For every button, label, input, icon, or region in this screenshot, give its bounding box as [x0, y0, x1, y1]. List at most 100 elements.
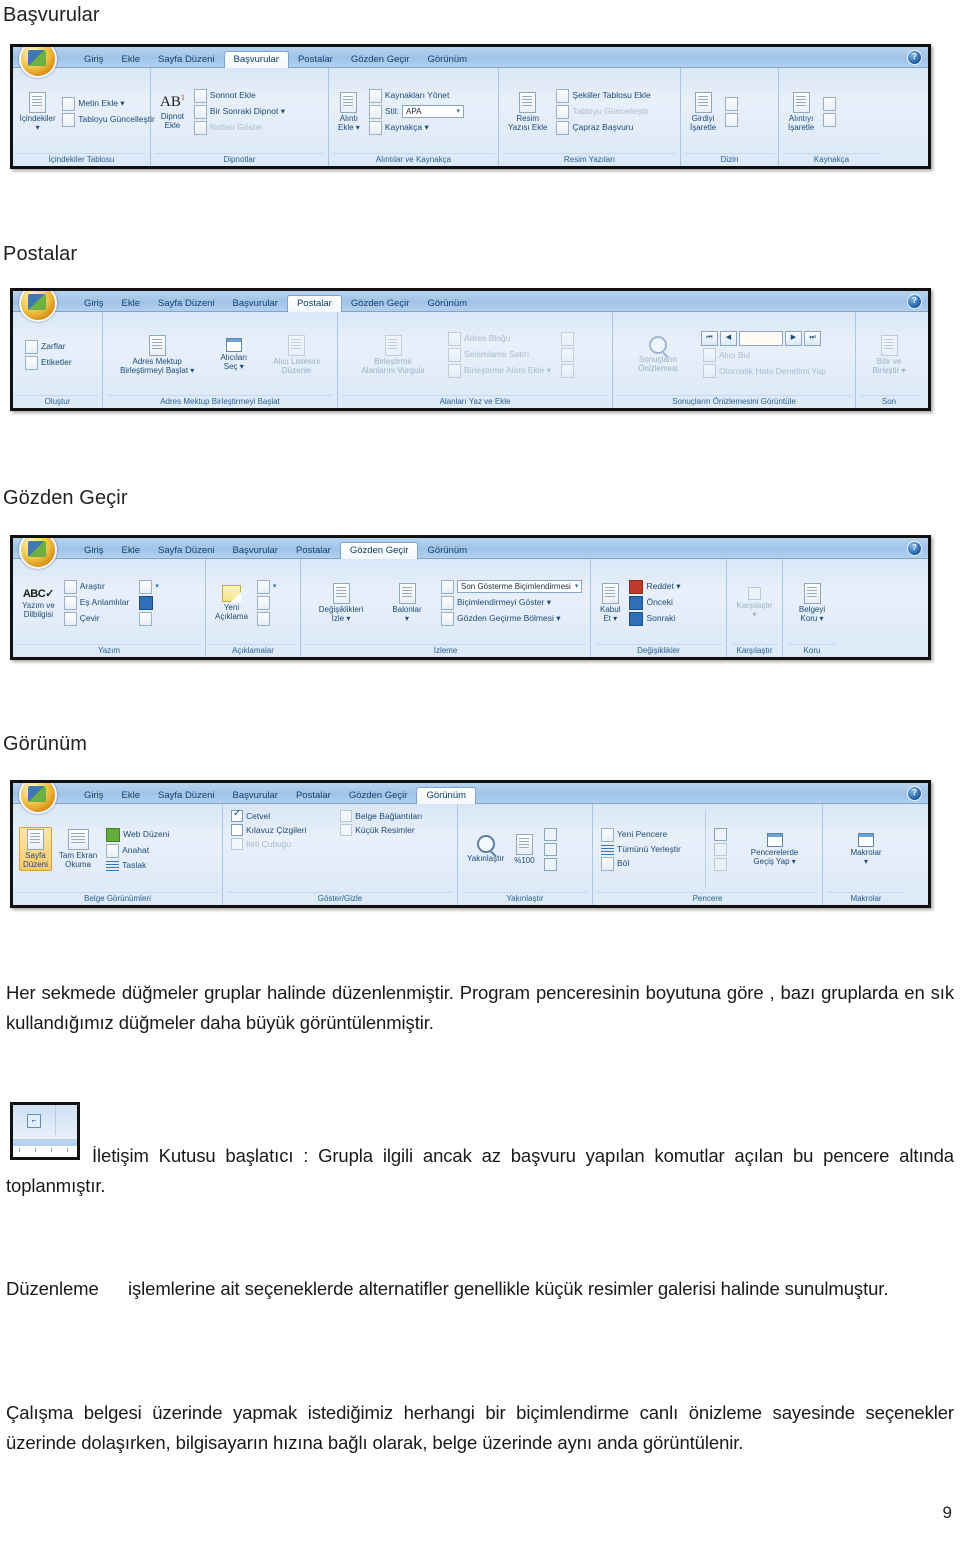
button-etiketler[interactable]: Etiketler [23, 355, 74, 370]
button-reddet[interactable]: Reddet ▾ [627, 579, 682, 594]
tab-gorunum[interactable]: Görünüm [418, 543, 476, 559]
button-update-labels[interactable] [559, 363, 576, 378]
button-yazim-ve-dilbilgisi[interactable]: ABC✓ Yazım ve Dilbilgisi [19, 586, 58, 620]
record-number-field[interactable] [739, 331, 783, 346]
button-capraz-basvuru[interactable]: Çapraz Başvuru [554, 120, 652, 135]
tab-gozden-gecir[interactable]: Gözden Geçir [340, 788, 417, 804]
button-resim-yazisi-ekle[interactable]: Resim Yazısı Ekle [505, 91, 550, 133]
button-view-side-by-side[interactable] [712, 827, 729, 841]
button-one-page[interactable] [542, 827, 559, 841]
help-icon[interactable]: ? [907, 786, 922, 801]
tab-basvurular[interactable]: Başvurular [224, 543, 287, 559]
button-previous-comment[interactable] [255, 595, 279, 610]
tab-giris[interactable]: Giriş [75, 296, 113, 312]
tab-giris[interactable]: Giriş [75, 543, 113, 559]
button-onceki[interactable]: Önceki [627, 595, 682, 610]
button-word-count[interactable] [137, 611, 161, 626]
button-update-table-authorities[interactable] [821, 112, 838, 127]
button-icindekiler[interactable]: İçindekiler ▾ [19, 91, 56, 133]
button-balonlar[interactable]: Balonlar ▾ [379, 582, 435, 624]
button-otomatik-hata-denetimi[interactable]: Otomatik Hata Denetimi Yap [701, 364, 849, 378]
button-bol[interactable]: Böl [599, 856, 699, 871]
tab-postalar[interactable]: Postalar [289, 52, 342, 68]
button-alici-bul[interactable]: Alıcı Bul [701, 348, 849, 362]
tab-ekle[interactable]: Ekle [113, 52, 149, 68]
tab-ekle[interactable]: Ekle [113, 296, 149, 312]
tab-gorunum[interactable]: Görünüm [418, 52, 476, 68]
button-sonraki[interactable]: Sonraki [627, 611, 682, 626]
button-reset-window-position[interactable] [712, 857, 729, 871]
button-gozden-gecirme-bolmesi[interactable]: Gözden Geçirme Bölmesi ▾ [439, 611, 584, 626]
previous-record-button[interactable]: ◀ [720, 331, 737, 346]
button-makrolar[interactable]: Makrolar ▾ [847, 832, 884, 867]
tab-gozden-gecir[interactable]: Gözden Geçir [342, 296, 419, 312]
button-sonuclarin-onizlemesi[interactable]: Sonuçların Önizlemesi [619, 335, 697, 374]
button-page-width[interactable] [542, 857, 559, 871]
button-yeni-aciklama[interactable]: Yeni Açıklama [212, 584, 251, 622]
button-degisiklikleri-izle[interactable]: Değişiklikleri İzle ▾ [307, 582, 375, 624]
button-birlestirme-alani-ekle[interactable]: Birleştirme Alanı Ekle ▾ [446, 363, 553, 378]
button-anahat[interactable]: Anahat [104, 843, 171, 858]
button-kaynakca[interactable]: Kaynakça ▾ [367, 120, 466, 135]
button-tabloyu-guncellestir[interactable]: Tabloyu Güncelleştir [60, 112, 155, 127]
button-alinti-ekle[interactable]: Alıntı Ekle ▾ [335, 91, 363, 133]
tab-postalar[interactable]: Postalar [287, 543, 340, 559]
button-match-fields[interactable] [559, 347, 576, 362]
button-adres-blogu[interactable]: Adres Bloğu [446, 331, 553, 346]
help-icon[interactable]: ? [907, 541, 922, 556]
button-kabul-et[interactable]: Kabul Et ▾ [597, 582, 623, 624]
tab-gozden-gecir[interactable]: Gözden Geçir [342, 52, 419, 68]
button-es-anlamlilar[interactable]: Eş Anlamlılar [62, 595, 132, 610]
checkbox-ileti-cubugu[interactable]: İleti Çubuğu [229, 838, 334, 850]
checkbox-belge-baglantilari[interactable]: Belge Bağlantıları [338, 810, 451, 822]
button-birlestirme-alanlarini-vurgula[interactable]: Birleştirme Alanlarını Vurgula [344, 334, 442, 376]
button-pencerelerde-gecis-yap[interactable]: Pencerelerde Geçiş Yap ▾ [733, 832, 816, 867]
button-dipnot-ekle[interactable]: AB1 Dipnot Ekle [157, 92, 188, 131]
tab-basvurular[interactable]: Başvurular [223, 50, 289, 68]
tab-ekle[interactable]: Ekle [113, 543, 149, 559]
button-bitir-ve-birlestir[interactable]: Bitir ve Birleştir ▾ [870, 334, 909, 376]
button-bir-sonraki-dipnot[interactable]: Bir Sonraki Dipnot ▾ [192, 104, 287, 119]
button-yuzde-100[interactable]: %100 [511, 833, 537, 866]
button-tumunu-yerlestir[interactable]: Tümünü Yerleştir [599, 844, 699, 855]
button-web-duzeni[interactable]: Web Düzeni [104, 827, 171, 842]
button-alicilari-sec[interactable]: Alıcıları Seç ▾ [217, 337, 250, 372]
button-sekiller-tablosu-ekle[interactable]: Şekiller Tablosu Ekle [554, 88, 652, 103]
button-delete-comment[interactable]: ▾ [255, 579, 279, 594]
tab-gozden-gecir[interactable]: Gözden Geçir [339, 541, 419, 559]
button-update-index[interactable] [723, 112, 740, 127]
button-alintiyi-isaretle[interactable]: Alıntıyı İşaretle [785, 91, 817, 133]
button-metin-ekle[interactable]: Metin Ekle ▾ [60, 96, 144, 111]
button-insert-table-of-authorities[interactable] [821, 96, 838, 111]
button-rules[interactable] [559, 331, 576, 346]
tab-sayfa-duzeni[interactable]: Sayfa Düzeni [149, 296, 224, 312]
tab-sayfa-duzeni[interactable]: Sayfa Düzeni [149, 543, 224, 559]
button-taslak[interactable]: Taslak [104, 860, 171, 871]
last-record-button[interactable]: ⏭ [804, 331, 821, 346]
button-arastir[interactable]: Araştır [62, 579, 132, 594]
tab-giris[interactable]: Giriş [75, 52, 113, 68]
tab-gorunum[interactable]: Görünüm [416, 786, 477, 804]
button-synchronous-scrolling[interactable] [712, 842, 729, 856]
tab-sayfa-duzeni[interactable]: Sayfa Düzeni [149, 52, 224, 68]
button-two-pages[interactable] [542, 842, 559, 856]
tab-sayfa-duzeni[interactable]: Sayfa Düzeni [149, 788, 224, 804]
button-cevir[interactable]: Çevir [62, 611, 132, 626]
button-girdiyi-isaretle[interactable]: Girdiyi İşaretle [687, 91, 719, 133]
button-set-language[interactable] [137, 595, 161, 610]
tab-basvurular[interactable]: Başvurular [224, 296, 287, 312]
button-yakinlastir[interactable]: Yakınlaştır [464, 834, 507, 864]
button-zarflar[interactable]: Zarflar [23, 339, 74, 354]
button-alici-listesini-duzenle[interactable]: Alıcı Listesini Düzenle [270, 334, 323, 376]
button-yeni-pencere[interactable]: Yeni Pencere [599, 827, 699, 842]
button-belgeyi-koru[interactable]: Belgeyi Koru ▾ [796, 582, 828, 624]
style-combobox[interactable]: APA ▾ [401, 105, 464, 118]
tab-gorunum[interactable]: Görünüm [418, 296, 476, 312]
button-adres-mektup-birlestirmeyi-baslat[interactable]: Adres Mektup Birleştirmeyi Başlat ▾ [117, 334, 197, 376]
checkbox-cetvel[interactable]: Cetvel [229, 808, 334, 822]
button-next-comment[interactable] [255, 611, 279, 626]
button-karsilastir[interactable]: Karşılaştır ▾ [733, 586, 775, 620]
help-icon[interactable]: ? [907, 294, 922, 309]
tab-giris[interactable]: Giriş [75, 788, 113, 804]
button-notlari-goster[interactable]: Notları Göster [192, 120, 287, 135]
